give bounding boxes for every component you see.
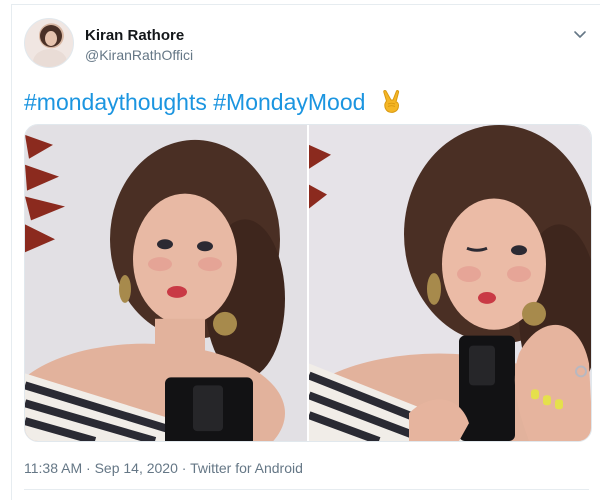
tweet-source[interactable]: Twitter for Android [190, 460, 303, 476]
hashtag-link[interactable]: #mondaythoughts [24, 89, 207, 115]
media-grid [24, 124, 592, 442]
meta-separator: · [82, 460, 95, 476]
selfie-photo-1[interactable] [25, 125, 307, 441]
chevron-down-icon[interactable] [572, 26, 588, 42]
victory-hand-emoji [383, 89, 399, 113]
tweet-meta: 11:38 AM · Sep 14, 2020 · Twitter for An… [24, 460, 303, 476]
tweet-date[interactable]: Sep 14, 2020 [95, 460, 178, 476]
author-handle[interactable]: @KiranRathOffici [85, 47, 193, 63]
hashtag-link[interactable]: #MondayMood [213, 89, 365, 115]
tweet-text: #mondaythoughts #MondayMood [24, 88, 402, 116]
meta-separator: · [177, 460, 191, 476]
tweet-time[interactable]: 11:38 AM [24, 460, 82, 476]
avatar[interactable] [24, 18, 74, 68]
divider [24, 489, 589, 490]
selfie-photo-2-winking[interactable] [309, 125, 591, 441]
author-display-name[interactable]: Kiran Rathore [85, 27, 184, 44]
